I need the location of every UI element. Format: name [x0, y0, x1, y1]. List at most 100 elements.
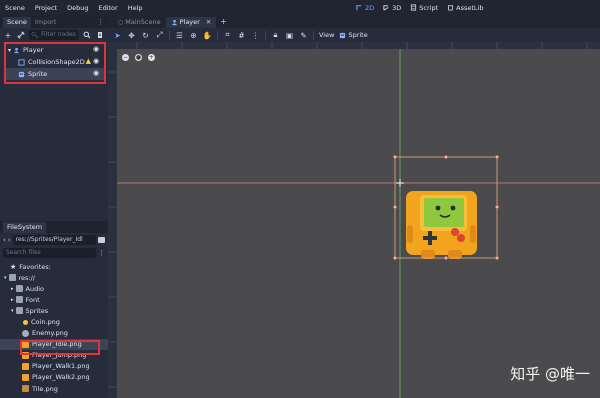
search-icon	[83, 31, 91, 39]
fs-item-enemy[interactable]: Enemy.png	[0, 328, 108, 339]
visibility-icon[interactable]: ◉	[93, 70, 101, 77]
sort-menu-icon[interactable]: ⋮	[98, 249, 105, 257]
skeleton-icon[interactable]: ✎	[299, 31, 308, 40]
search-button[interactable]	[82, 30, 92, 40]
zoom-in-icon[interactable]: +	[148, 54, 155, 61]
menu-project[interactable]: Project	[30, 4, 62, 12]
fs-item-label: Coin.png	[31, 318, 60, 327]
workspace-assetlib[interactable]: AssetLib	[447, 4, 483, 12]
viewport-toolbar: ➤ ✥ ↻ ⤢ ☰ ⊕ ✋ ⌗ # ⋮ 🔒︎ ▣ ✎ View Sprite	[108, 28, 600, 42]
tree-node-label: Sprite	[28, 70, 48, 78]
player-image-icon	[22, 362, 29, 370]
tab-import[interactable]: Import	[31, 17, 61, 28]
fs-item-tile[interactable]: Tile.png	[0, 383, 108, 394]
fs-item-res[interactable]: ▾ res://	[0, 272, 108, 283]
search-files-input[interactable]: Search files	[3, 247, 96, 258]
instance-scene-button[interactable]	[16, 30, 26, 40]
attach-script-button[interactable]	[95, 30, 105, 40]
grid-snap-icon[interactable]: #	[237, 31, 246, 40]
scale-mode-icon[interactable]: ⤢	[155, 30, 164, 40]
workspace-script[interactable]: Script	[410, 4, 438, 12]
dock-menu-icon[interactable]: ⋮	[97, 18, 104, 26]
tree-node-sprite[interactable]: Sprite ◉	[6, 68, 104, 80]
fs-item-label: Player_Walk1.png	[32, 362, 90, 371]
fs-item-label: Enemy.png	[32, 329, 68, 338]
fs-item-coin[interactable]: Coin.png	[0, 316, 108, 327]
workspace-3d-label: 3D	[392, 3, 402, 12]
warning-icon[interactable]: ▲	[86, 57, 91, 65]
visibility-icon[interactable]: ◉	[93, 46, 101, 53]
tree-node-collisionshape2d[interactable]: CollisionShape2D ▲ ◉	[6, 56, 104, 68]
scene-tab-label: MainScene	[125, 18, 161, 26]
smart-snap-icon[interactable]: ⌗	[223, 30, 232, 40]
tree-node-label: CollisionShape2D	[28, 58, 85, 66]
toolbar-divider	[265, 30, 266, 40]
canvas-viewport[interactable]: − ● +	[117, 49, 600, 398]
scene-tab-mainscene[interactable]: ○ MainScene	[113, 17, 166, 28]
group-icon[interactable]: ▣	[285, 31, 294, 40]
filesystem-dock: FileSystem ‹ › res://Sprites/Player_Idl …	[0, 221, 108, 398]
back-arrow-icon[interactable]: ‹	[3, 236, 6, 244]
zoom-reset-icon[interactable]: ●	[135, 54, 142, 61]
fs-item-font[interactable]: ▸ Font	[0, 294, 108, 305]
view-menu[interactable]: View	[319, 31, 334, 39]
menu-editor[interactable]: Editor	[93, 4, 122, 12]
node2d-icon	[13, 47, 20, 53]
workspace-switcher: 2D 3D Script AssetLib	[356, 0, 483, 15]
path-field[interactable]: res://Sprites/Player_Idl	[12, 234, 96, 245]
folder-icon	[15, 307, 23, 315]
select-mode-icon[interactable]: ➤	[113, 31, 122, 40]
menu-help[interactable]: Help	[123, 4, 148, 12]
expand-arrow-icon[interactable]: ▸	[11, 286, 14, 292]
split-view-icon[interactable]	[98, 236, 105, 243]
zoom-controls: − ● +	[122, 54, 155, 61]
list-select-icon[interactable]: ☰	[175, 31, 184, 40]
filter-nodes-input[interactable]: 🔍︎ Filter nodes	[29, 30, 79, 40]
watermark: 知乎 @唯一	[510, 365, 590, 383]
fs-item-player-walk2[interactable]: Player_Walk2.png	[0, 372, 108, 383]
tab-filesystem[interactable]: FileSystem	[3, 222, 47, 233]
rotate-mode-icon[interactable]: ↻	[141, 31, 150, 40]
collapse-arrow-icon[interactable]: ▾	[4, 275, 7, 281]
fs-item-label: Font	[25, 295, 40, 304]
scene-tab-player[interactable]: Player ✕	[165, 17, 217, 28]
menu-scene[interactable]: Scene	[0, 4, 30, 12]
workspace-3d[interactable]: 3D	[383, 4, 401, 12]
fs-item-label: res://	[18, 273, 36, 282]
collapse-arrow-icon[interactable]: ▾	[11, 308, 14, 314]
workspace-2d[interactable]: 2D	[356, 4, 374, 12]
folder-icon	[15, 285, 23, 293]
vertical-ruler[interactable]	[108, 42, 117, 398]
visibility-icon[interactable]: ◉	[93, 58, 101, 65]
player-sprite[interactable]	[406, 191, 477, 259]
tree-node-player[interactable]: ▾ Player ◉	[6, 44, 104, 56]
sprite-menu[interactable]: Sprite	[339, 31, 368, 39]
menu-debug[interactable]: Debug	[62, 4, 93, 12]
script-icon	[411, 4, 417, 11]
expand-arrow-icon[interactable]: ▸	[11, 297, 14, 303]
pivot-icon[interactable]: ⊕	[189, 31, 198, 40]
fs-item-sprites[interactable]: ▾ Sprites	[0, 305, 108, 316]
scene-tree: ▾ Player ◉ CollisionShape2D ▲ ◉ Sprite ◉	[4, 42, 106, 84]
fs-item-player-walk1[interactable]: Player_Walk1.png	[0, 361, 108, 372]
horizontal-ruler[interactable]	[117, 42, 600, 49]
fs-item-label: Tile.png	[32, 384, 58, 393]
toolbar-divider	[169, 30, 170, 40]
2d-icon	[356, 5, 362, 11]
lock-icon[interactable]: 🔒︎	[271, 30, 280, 40]
move-mode-icon[interactable]: ✥	[127, 31, 136, 40]
close-icon[interactable]: ✕	[206, 18, 211, 26]
collapse-arrow-icon[interactable]: ▾	[8, 47, 11, 54]
zoom-out-icon[interactable]: −	[122, 54, 129, 61]
snap-options-icon[interactable]: ⋮	[251, 31, 260, 40]
folder-icon	[15, 296, 23, 304]
forward-arrow-icon[interactable]: ›	[8, 236, 11, 244]
node2d-icon	[171, 19, 177, 25]
add-node-button[interactable]: +	[3, 30, 13, 40]
add-scene-tab-button[interactable]: +	[216, 17, 231, 28]
fs-item-audio[interactable]: ▸ Audio	[0, 283, 108, 294]
scene-toolbar: + 🔍︎ Filter nodes	[0, 28, 108, 42]
fs-item-favorites[interactable]: ★ Favorites:	[0, 261, 108, 272]
pan-mode-icon[interactable]: ✋	[203, 31, 212, 40]
tab-scene[interactable]: Scene	[3, 17, 31, 28]
